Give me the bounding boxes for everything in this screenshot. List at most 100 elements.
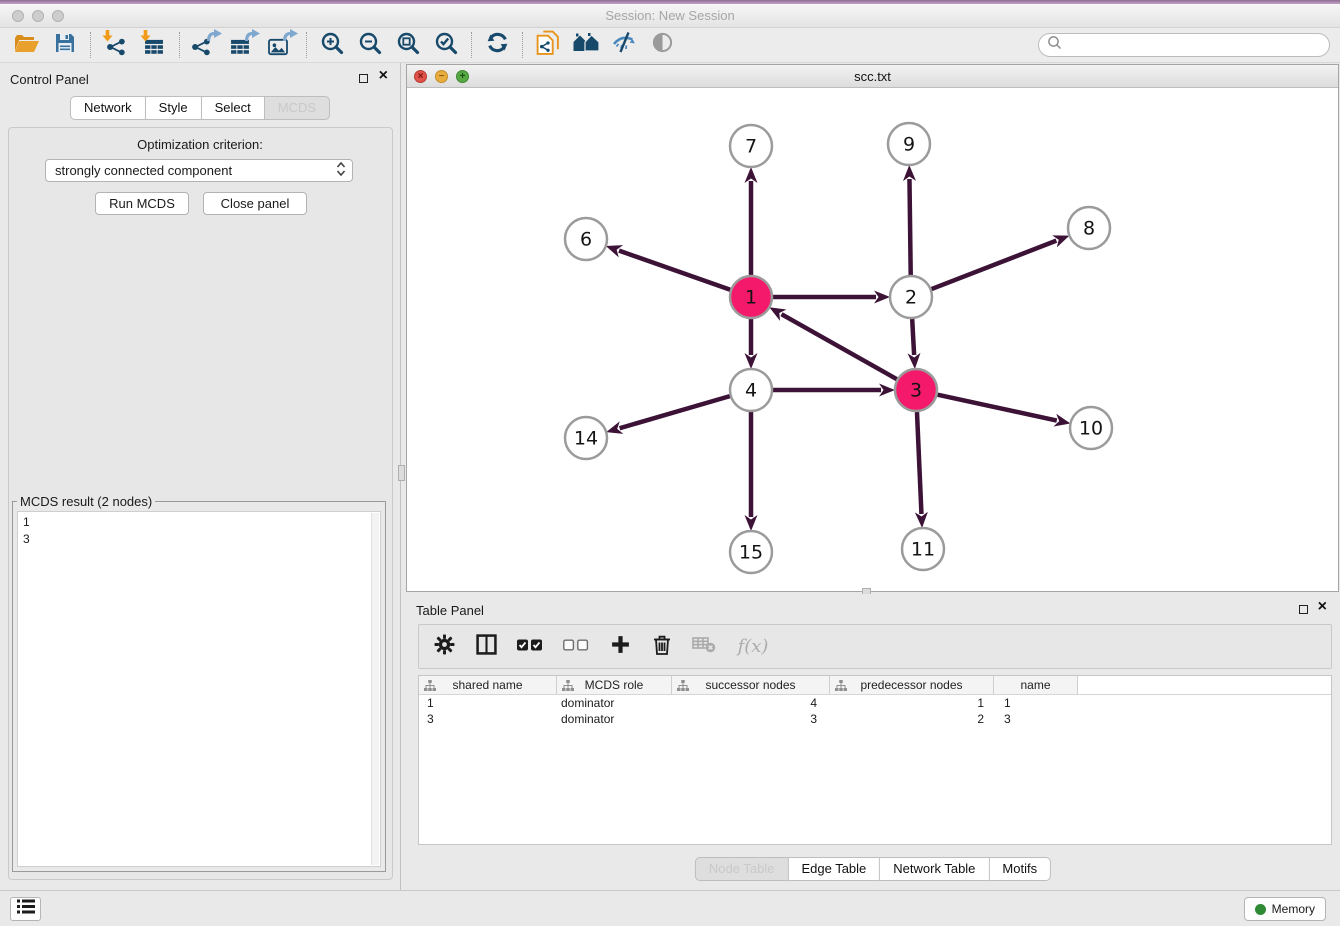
edge-3-11[interactable]: [917, 412, 921, 514]
column-header-successor-nodes[interactable]: successor nodes: [672, 676, 830, 694]
edge-3-1[interactable]: [781, 314, 896, 379]
task-history-button[interactable]: [10, 897, 41, 921]
column-header-name[interactable]: name: [994, 676, 1078, 694]
zoom-out-button[interactable]: [351, 30, 389, 60]
svg-text:6: 6: [580, 229, 592, 251]
table-cell[interactable]: 3: [419, 711, 557, 727]
table-row[interactable]: 3dominator323: [419, 711, 1331, 727]
node-2[interactable]: 2: [890, 276, 932, 318]
header-filler: [1078, 676, 1331, 694]
close-table-panel-icon[interactable]: ×: [1318, 598, 1327, 616]
table-row[interactable]: 1dominator411: [419, 695, 1331, 711]
tab-select[interactable]: Select: [202, 96, 265, 120]
table-toolbar: f(x): [418, 624, 1332, 669]
column-header-shared-name[interactable]: shared name: [419, 676, 557, 694]
node-8[interactable]: 8: [1068, 207, 1110, 249]
mcds-result-textarea[interactable]: 1 3: [17, 511, 381, 867]
table-cell[interactable]: dominator: [557, 695, 672, 711]
table-cell[interactable]: 2: [830, 711, 994, 727]
table-cell[interactable]: 1: [830, 695, 994, 711]
list-icon: [16, 898, 36, 920]
toolbar-separator: [471, 32, 472, 58]
panel-splitter-handle[interactable]: [398, 465, 405, 481]
tab-motifs[interactable]: Motifs: [989, 857, 1051, 881]
blue-export-arrow-icon: [244, 28, 260, 46]
close-panel-icon[interactable]: ×: [379, 67, 388, 85]
column-header-mcds-role[interactable]: MCDS role: [557, 676, 672, 694]
zoom-fit-button[interactable]: [389, 30, 427, 60]
network-file-button[interactable]: [529, 30, 567, 60]
import-table-button[interactable]: [135, 30, 173, 60]
export-image-button[interactable]: [262, 30, 300, 60]
edge-2-8[interactable]: [932, 241, 1057, 289]
edge-2-9[interactable]: [909, 179, 910, 275]
zoom-selected-button[interactable]: [427, 30, 465, 60]
table-cell[interactable]: 4: [672, 695, 830, 711]
float-table-panel-icon[interactable]: [1299, 605, 1308, 614]
node-9[interactable]: 9: [888, 123, 930, 165]
tab-network-table[interactable]: Network Table: [880, 857, 989, 881]
node-14[interactable]: 14: [565, 417, 607, 459]
result-scrollbar[interactable]: [371, 513, 379, 865]
open-session-button[interactable]: [8, 30, 46, 60]
save-session-button[interactable]: [46, 30, 84, 60]
tab-network[interactable]: Network: [70, 96, 146, 120]
select-all-button[interactable]: [515, 634, 545, 660]
node-11[interactable]: 11: [902, 528, 944, 570]
node-6[interactable]: 6: [565, 218, 607, 260]
node-4[interactable]: 4: [730, 369, 772, 411]
criterion-value: strongly connected component: [55, 163, 336, 178]
tab-mcds[interactable]: MCDS: [265, 96, 330, 120]
edge-1-6[interactable]: [619, 251, 730, 290]
refresh-button[interactable]: [478, 30, 516, 60]
node-1[interactable]: 1: [730, 276, 772, 318]
svg-text:15: 15: [739, 542, 763, 564]
zoom-in-button[interactable]: [313, 30, 351, 60]
search-input[interactable]: [1063, 35, 1329, 55]
memory-button[interactable]: Memory: [1244, 897, 1326, 921]
show-columns-button[interactable]: [473, 634, 499, 660]
node-10[interactable]: 10: [1070, 407, 1112, 449]
criterion-dropdown[interactable]: strongly connected component: [45, 159, 353, 182]
tab-style[interactable]: Style: [146, 96, 202, 120]
column-header-predecessor-nodes[interactable]: predecessor nodes: [830, 676, 994, 694]
run-mcds-button[interactable]: Run MCDS: [95, 192, 189, 215]
export-table-button[interactable]: [224, 30, 262, 60]
delete-table-button[interactable]: [691, 634, 717, 660]
column-label: name: [1020, 678, 1050, 692]
svg-text:2: 2: [905, 287, 917, 309]
table-header: shared name MCDS role successor nodes pr…: [419, 676, 1331, 695]
table-cell[interactable]: dominator: [557, 711, 672, 727]
delete-column-button[interactable]: [649, 634, 675, 660]
svg-text:14: 14: [574, 428, 598, 450]
close-panel-button[interactable]: Close panel: [203, 192, 307, 215]
column-label: predecessor nodes: [860, 678, 962, 692]
import-network-button[interactable]: [97, 30, 135, 60]
birds-eye-button[interactable]: [643, 30, 681, 60]
table-cell[interactable]: 1: [419, 695, 557, 711]
table-body: 1dominator4113dominator323: [419, 695, 1331, 727]
tab-node-table[interactable]: Node Table: [695, 857, 789, 881]
table-cell[interactable]: 3: [672, 711, 830, 727]
node-7[interactable]: 7: [730, 125, 772, 167]
export-network-button[interactable]: [186, 30, 224, 60]
hide-details-button[interactable]: [605, 30, 643, 60]
node-3[interactable]: 3: [895, 369, 937, 411]
network-view-window: × − + scc.txt 1234678910111415: [406, 64, 1339, 592]
tab-edge-table[interactable]: Edge Table: [788, 857, 880, 881]
table-settings-button[interactable]: [431, 634, 457, 660]
table-cell[interactable]: 1: [994, 695, 1078, 711]
table-cell[interactable]: 3: [994, 711, 1078, 727]
edge-2-3[interactable]: [912, 319, 914, 355]
node-15[interactable]: 15: [730, 531, 772, 573]
home-button[interactable]: [567, 30, 605, 60]
fx-icon: f(x): [738, 636, 769, 657]
edge-3-10[interactable]: [937, 395, 1056, 421]
create-column-button[interactable]: [607, 634, 633, 660]
control-panel: Control Panel × Network Style Select MCD…: [0, 63, 401, 890]
edge-4-14[interactable]: [620, 396, 730, 428]
function-builder-button[interactable]: f(x): [733, 634, 773, 660]
table-panel: Table Panel × f(x) shared name MCD: [406, 594, 1340, 890]
float-panel-icon[interactable]: [359, 74, 368, 83]
deselect-all-button[interactable]: [561, 634, 591, 660]
